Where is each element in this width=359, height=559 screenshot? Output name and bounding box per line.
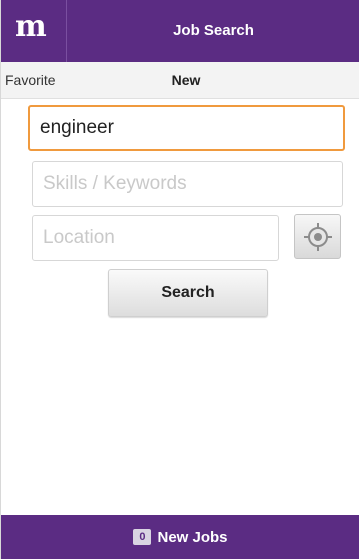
tab-new[interactable]: New bbox=[151, 62, 221, 98]
search-button[interactable]: Search bbox=[108, 269, 268, 317]
tab-favorite[interactable]: Favorite bbox=[5, 62, 56, 98]
app-screen: m Job Search Favorite New engineer Skill… bbox=[0, 0, 359, 559]
skills-keywords-input[interactable]: Skills / Keywords bbox=[32, 161, 343, 207]
tab-bar: Favorite New bbox=[1, 62, 359, 99]
location-placeholder: Location bbox=[43, 227, 115, 248]
app-logo: m bbox=[15, 9, 47, 44]
current-location-button[interactable] bbox=[294, 214, 341, 259]
new-jobs-content: 0 New Jobs bbox=[1, 515, 359, 559]
new-jobs-count-badge: 0 bbox=[133, 529, 152, 545]
location-input[interactable]: Location bbox=[32, 215, 279, 261]
new-jobs-bar[interactable]: 0 New Jobs bbox=[1, 515, 359, 559]
page-title: Job Search bbox=[173, 22, 254, 39]
logo-button[interactable]: m bbox=[1, 0, 67, 62]
app-header: m Job Search bbox=[1, 0, 359, 62]
skills-placeholder: Skills / Keywords bbox=[43, 173, 187, 194]
new-jobs-label: New Jobs bbox=[157, 528, 228, 546]
crosshair-icon bbox=[303, 222, 332, 251]
job-title-input[interactable]: engineer bbox=[28, 105, 345, 151]
job-title-value: engineer bbox=[40, 117, 114, 138]
